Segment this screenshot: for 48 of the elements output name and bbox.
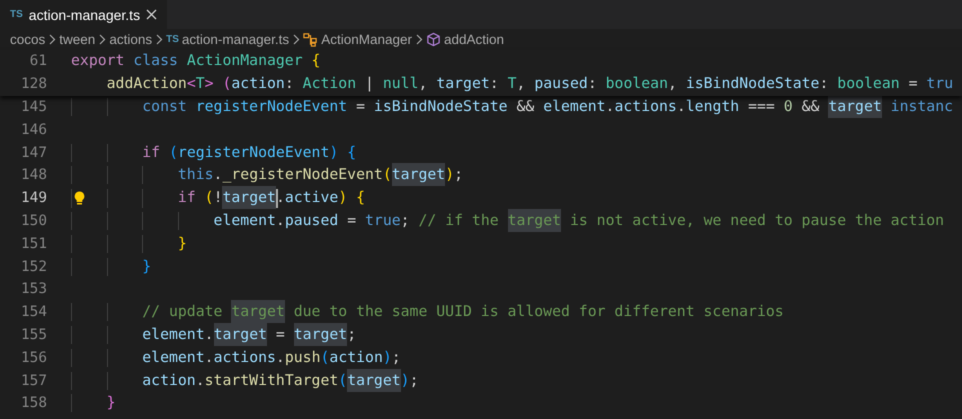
breadcrumb-item[interactable]: tween xyxy=(59,32,96,47)
code-line: const registerNodeEvent = isBindNodeState && element.actions.length === 0 && target instanc xyxy=(141,98,954,115)
line-number: 152 xyxy=(20,258,48,275)
chevron-right-icon xyxy=(48,34,56,45)
code-line: addAction<T> (action: Action | null, target: T, paused: boolean, isBindNodeState: boolean = tru xyxy=(106,75,954,92)
typescript-file-icon: TS xyxy=(10,9,23,20)
code-line: if (registerNodeEvent) { xyxy=(141,144,356,161)
line-number: 61 xyxy=(28,53,48,70)
lightbulb-icon[interactable] xyxy=(74,190,85,205)
code-line: this._registerNodeEvent(target); xyxy=(176,166,464,184)
code-line: } xyxy=(141,258,152,275)
line-number: 153 xyxy=(20,281,48,298)
line-number: 151 xyxy=(20,236,48,252)
line-number: 154 xyxy=(20,304,48,320)
code-line: element.paused = true; // if the target is not active, we need to pause the action xyxy=(212,212,944,229)
chevron-right-icon xyxy=(415,34,423,45)
code-line: action.startWithTarget(target); xyxy=(141,372,418,389)
chevron-right-icon xyxy=(292,34,300,45)
breadcrumb-item[interactable]: action-manager.ts xyxy=(182,32,290,47)
breadcrumb-item[interactable]: ActionManager xyxy=(321,32,412,47)
code-line: } xyxy=(176,234,187,252)
line-number: 158 xyxy=(20,395,48,412)
code-line: if (!target.active) { xyxy=(176,189,366,206)
line-number: 146 xyxy=(20,122,48,138)
code-line: element.target = target; xyxy=(141,326,356,343)
line-number: 157 xyxy=(20,372,48,389)
close-icon[interactable] xyxy=(146,9,158,20)
line-number: 145 xyxy=(20,98,48,115)
editor-tab[interactable]: TS action-manager.ts xyxy=(0,0,168,29)
line-number: 147 xyxy=(20,144,48,161)
cube-icon xyxy=(426,32,441,47)
line-number: 156 xyxy=(20,350,48,366)
code-line: element.actions.push(action); xyxy=(141,348,401,366)
breadcrumb-item[interactable]: actions xyxy=(109,32,152,47)
code-line: } xyxy=(106,394,116,412)
breadcrumb-item[interactable]: cocos xyxy=(10,32,46,47)
code-line: export class ActionManager { xyxy=(71,52,320,70)
typescript-file-icon: TS xyxy=(166,34,179,45)
line-number: 150 xyxy=(20,212,48,229)
line-number: 155 xyxy=(20,326,48,343)
class-icon xyxy=(303,32,318,47)
line-number: 148 xyxy=(20,167,48,184)
chevron-right-icon xyxy=(155,34,164,45)
line-number: 149 xyxy=(20,190,48,206)
code-line: // update target due to the same UUID is allowed for different scenarios xyxy=(141,303,784,320)
breadcrumb-item[interactable]: addAction xyxy=(444,32,504,47)
chevron-right-icon xyxy=(98,34,106,45)
line-number: 128 xyxy=(20,76,48,92)
